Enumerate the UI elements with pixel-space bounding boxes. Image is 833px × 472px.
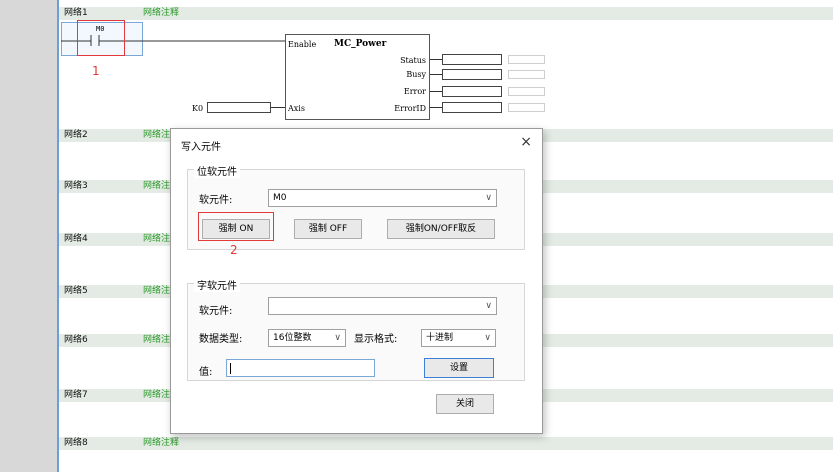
highlight-box-force-on — [198, 212, 274, 241]
output-comment-status[interactable] — [508, 55, 545, 64]
chevron-down-icon: ∨ — [484, 333, 491, 343]
text-caret — [230, 363, 231, 374]
network-comment-3[interactable]: 网络注 — [143, 180, 170, 193]
output-box-status[interactable] — [442, 54, 502, 65]
data-type-combo[interactable]: 16位整数 ∨ — [268, 329, 346, 347]
fb-enable-pin: Enable — [288, 40, 317, 49]
bit-device-value: M0 — [273, 193, 287, 203]
dialog-close-icon[interactable]: × — [520, 134, 532, 150]
wire-busy — [430, 74, 442, 75]
output-comment-errorid[interactable] — [508, 103, 545, 112]
network-comment-1[interactable]: 网络注释 — [143, 7, 179, 20]
left-gutter — [0, 0, 57, 472]
network-label-7: 网络7 — [64, 390, 88, 400]
axis-input-label: K0 — [192, 104, 204, 113]
force-off-button[interactable]: 强制 OFF — [294, 219, 362, 239]
wire-axis — [271, 107, 285, 108]
network-comment-2[interactable]: 网络注 — [143, 129, 170, 142]
value-label: 值: — [199, 367, 213, 378]
chevron-down-icon: ∨ — [334, 333, 341, 343]
close-button[interactable]: 关闭 — [436, 394, 494, 414]
wire-status — [430, 59, 442, 60]
display-format-combo[interactable]: 十进制 ∨ — [421, 329, 496, 347]
set-button[interactable]: 设置 — [424, 358, 494, 378]
chevron-down-icon: ∨ — [485, 301, 492, 311]
wire-error — [430, 91, 442, 92]
display-format-label: 显示格式: — [354, 334, 398, 345]
word-group-title: 字软元件 — [194, 277, 240, 292]
output-comment-busy[interactable] — [508, 70, 545, 79]
output-box-busy[interactable] — [442, 69, 502, 80]
dialog-title: 写入元件 — [181, 142, 221, 153]
fb-output-status: Status — [400, 56, 426, 65]
network-label-2: 网络2 — [64, 130, 88, 140]
output-comment-error[interactable] — [508, 87, 545, 96]
network-label-5: 网络5 — [64, 286, 88, 296]
network-comment-4[interactable]: 网络注 — [143, 233, 170, 246]
axis-input-box[interactable] — [207, 102, 271, 113]
highlight-box-contact — [77, 20, 125, 56]
force-toggle-button[interactable]: 强制ON/OFF取反 — [387, 219, 495, 239]
network-comment-6[interactable]: 网络注 — [143, 334, 170, 347]
network-comment-8[interactable]: 网络注释 — [143, 437, 179, 450]
data-type-value: 16位整数 — [273, 333, 312, 343]
word-device-combo[interactable]: ∨ — [268, 297, 497, 315]
bit-device-combo[interactable]: M0 ∨ — [268, 189, 497, 207]
chevron-down-icon: ∨ — [485, 193, 492, 203]
output-box-errorid[interactable] — [442, 102, 502, 113]
network-label-8: 网络8 — [64, 438, 88, 448]
fb-axis-pin: Axis — [288, 104, 305, 113]
word-device-label: 软元件: — [199, 306, 233, 317]
network-label-6: 网络6 — [64, 335, 88, 345]
network-label-3: 网络3 — [64, 181, 88, 191]
fb-name: MC_Power — [334, 39, 387, 49]
bit-group-title: 位软元件 — [194, 163, 240, 178]
output-box-error[interactable] — [442, 86, 502, 97]
value-input[interactable] — [226, 359, 375, 377]
bit-device-label: 软元件: — [199, 195, 233, 206]
mc-power-function-block[interactable]: Enable MC_Power Status Busy Error ErrorI… — [285, 34, 430, 120]
network-comment-5[interactable]: 网络注 — [143, 285, 170, 298]
fb-output-errorid: ErrorID — [394, 104, 426, 113]
fb-output-error: Error — [403, 87, 426, 96]
wire-errorid — [430, 107, 442, 108]
annotation-number-1: 1 — [92, 64, 100, 78]
network-comment-7[interactable]: 网络注 — [143, 389, 170, 402]
display-format-value: 十进制 — [426, 333, 454, 343]
network-label-4: 网络4 — [64, 234, 88, 244]
fb-output-busy: Busy — [406, 70, 426, 79]
annotation-number-2: 2 — [230, 243, 238, 257]
network-label-1: 网络1 — [64, 8, 88, 18]
data-type-label: 数据类型: — [199, 334, 243, 345]
write-device-dialog[interactable]: 写入元件 × 位软元件 软元件: M0 ∨ 强制 ON 强制 OFF 强制ON/… — [170, 128, 543, 434]
